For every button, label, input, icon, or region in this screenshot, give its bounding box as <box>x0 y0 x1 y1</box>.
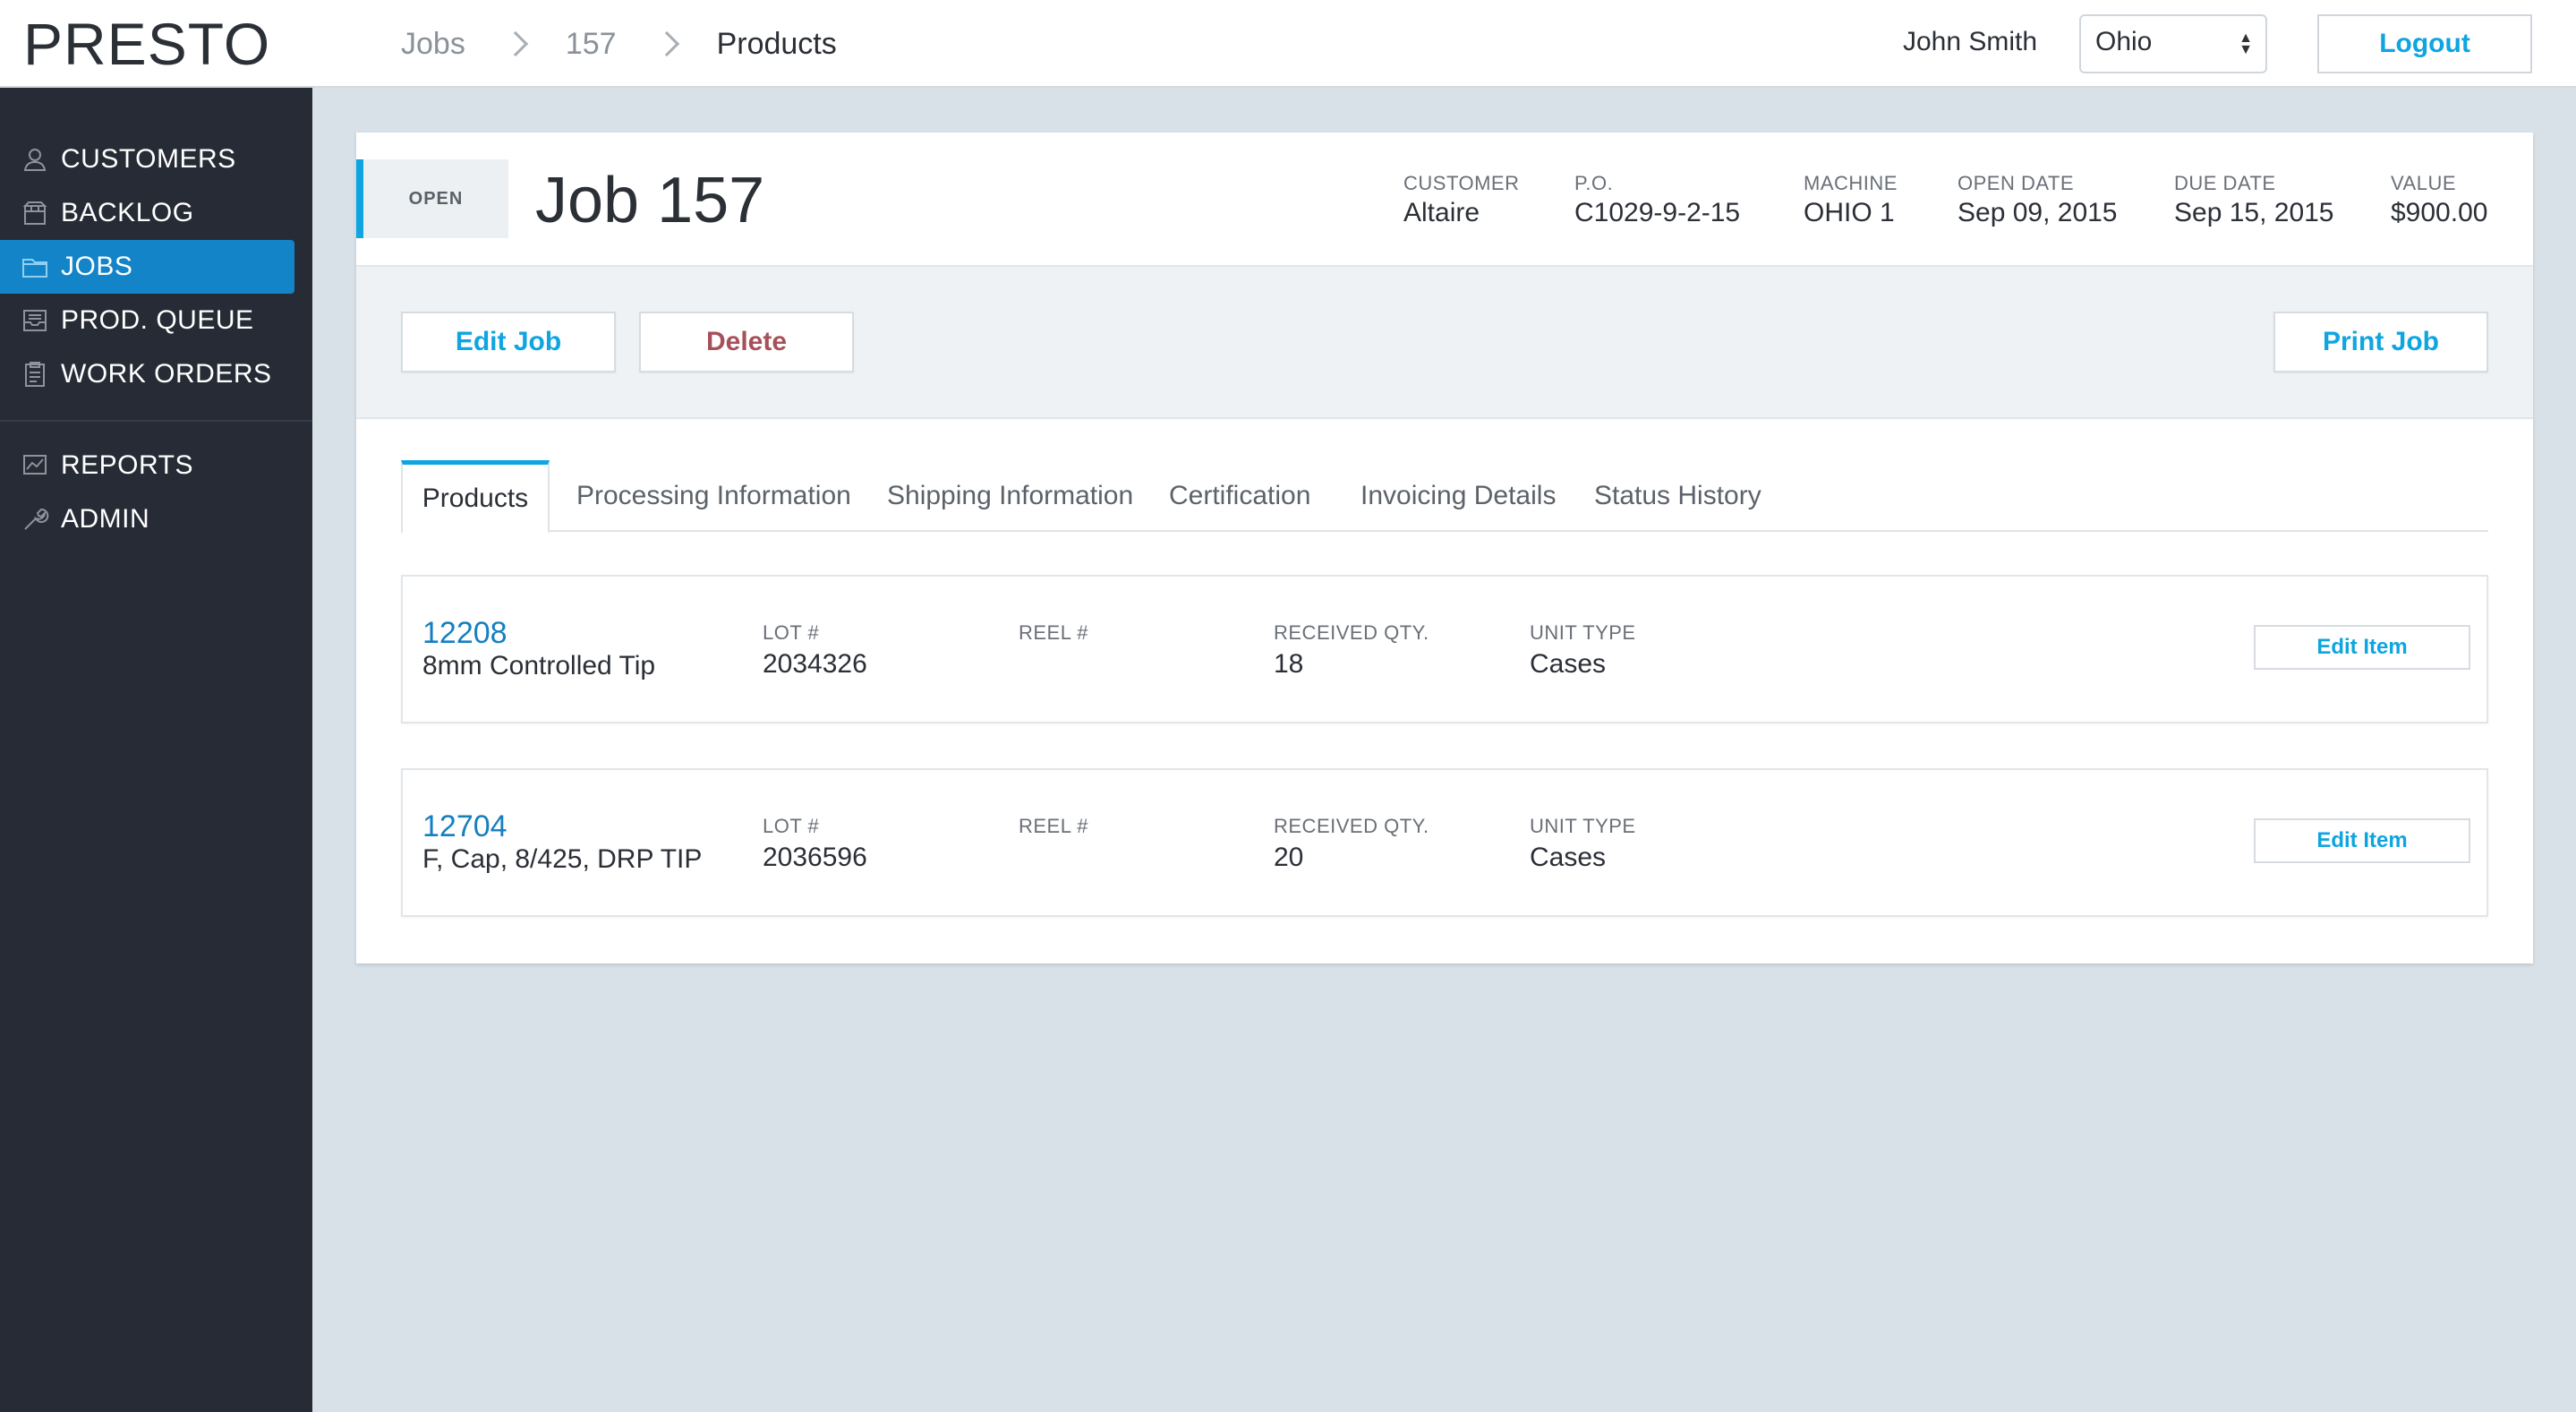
inbox-icon <box>20 305 50 336</box>
sidebar-item-jobs[interactable]: JOBS <box>0 240 294 294</box>
meta-customer: CUSTOMER Altaire <box>1403 172 1520 231</box>
wrench-icon <box>20 504 50 535</box>
lot-column: LOT # 2034326 <box>763 621 867 684</box>
print-job-button[interactable]: Print Job <box>2273 312 2488 372</box>
region-select-value: Ohio <box>2095 27 2153 56</box>
sidebar-item-work-orders[interactable]: WORK ORDERS <box>0 347 294 401</box>
lot-value: 2036596 <box>763 843 867 872</box>
meta-due-date: DUE DATE Sep 15, 2015 <box>2174 172 2334 231</box>
action-bar: Edit Job Delete Print Job <box>356 267 2533 419</box>
lot-label: LOT # <box>763 621 820 644</box>
tab-shipping-information[interactable]: Shipping Information <box>887 460 1133 532</box>
tab-invoicing-details[interactable]: Invoicing Details <box>1361 460 1556 532</box>
lot-value: 2034326 <box>763 649 867 679</box>
list-item: 12208 8mm Controlled Tip LOT # 2034326 R… <box>401 575 2488 723</box>
meta-value: C1029-9-2-15 <box>1574 198 1741 227</box>
qty-value: 18 <box>1274 649 1304 679</box>
tab-bar: Products Processing Information Shipping… <box>401 460 2488 534</box>
sidebar-item-label: WORK ORDERS <box>61 359 272 389</box>
unit-column: UNIT TYPE Cases <box>1530 621 1636 684</box>
meta-label: DUE DATE <box>2174 172 2276 194</box>
job-header: OPEN Job 157 CUSTOMER Altaire P.O. C1029… <box>356 133 2533 267</box>
page-title: Job 157 <box>535 165 765 236</box>
meta-value: Sep 09, 2015 <box>1958 198 2118 227</box>
qty-label: RECEIVED QTY. <box>1274 815 1429 837</box>
region-select[interactable]: Ohio ▲ ▼ <box>2079 14 2267 73</box>
qty-label: RECEIVED QTY. <box>1274 621 1429 644</box>
sidebar-item-label: BACKLOG <box>61 198 194 227</box>
lot-label: LOT # <box>763 815 820 837</box>
sidebar: CUSTOMERS BACKLOG JOBS PROD. QUEUE WORK … <box>0 88 312 1412</box>
clipboard-icon <box>20 359 50 389</box>
breadcrumb-products: Products <box>716 26 837 61</box>
job-card: OPEN Job 157 CUSTOMER Altaire P.O. C1029… <box>356 133 2533 963</box>
sidebar-item-label: PROD. QUEUE <box>61 305 254 335</box>
edit-item-button[interactable]: Edit Item <box>2254 818 2470 863</box>
meta-value: $900.00 <box>2391 198 2488 227</box>
lot-column: LOT # 2036596 <box>763 815 867 877</box>
meta-label: VALUE <box>2391 172 2457 194</box>
tab-certification[interactable]: Certification <box>1169 460 1310 532</box>
sidebar-item-label: CUSTOMERS <box>61 144 236 174</box>
qty-value: 20 <box>1274 843 1304 872</box>
box-icon <box>20 198 50 228</box>
meta-label: P.O. <box>1574 172 1614 194</box>
breadcrumb-job-157[interactable]: 157 <box>566 27 617 62</box>
product-id-link[interactable]: 12208 <box>422 616 508 650</box>
unit-column: UNIT TYPE Cases <box>1530 815 1636 877</box>
unit-label: UNIT TYPE <box>1530 621 1636 644</box>
sidebar-item-backlog[interactable]: BACKLOG <box>0 186 294 240</box>
product-id-link[interactable]: 12704 <box>422 809 508 843</box>
tab-processing-information[interactable]: Processing Information <box>576 460 851 532</box>
app-logo[interactable]: PRESTO <box>23 11 270 77</box>
sidebar-item-customers[interactable]: CUSTOMERS <box>0 133 294 186</box>
top-bar: PRESTO Jobs 157 Products John Smith Ohio… <box>0 0 2576 88</box>
unit-label: UNIT TYPE <box>1530 815 1636 837</box>
breadcrumb-jobs[interactable]: Jobs <box>401 27 465 62</box>
user-name: John Smith <box>1903 27 2038 56</box>
qty-column: RECEIVED QTY. 20 <box>1274 815 1429 877</box>
meta-label: MACHINE <box>1804 172 1898 194</box>
reel-column: REEL # <box>1019 815 1088 838</box>
meta-label: CUSTOMER <box>1403 172 1520 194</box>
meta-open-date: OPEN DATE Sep 09, 2015 <box>1958 172 2118 231</box>
sidebar-item-reports[interactable]: REPORTS <box>0 439 294 492</box>
chart-icon <box>20 450 50 481</box>
chevron-right-icon <box>653 30 679 57</box>
meta-po: P.O. C1029-9-2-15 <box>1574 172 1740 231</box>
reel-label: REEL # <box>1019 815 1089 837</box>
delete-button[interactable]: Delete <box>639 312 854 372</box>
sidebar-item-prod-queue[interactable]: PROD. QUEUE <box>0 294 294 347</box>
unit-value: Cases <box>1530 649 1607 679</box>
tab-status-history[interactable]: Status History <box>1594 460 1761 532</box>
reel-column: REEL # <box>1019 621 1088 645</box>
meta-value: OHIO 1 <box>1804 198 1895 227</box>
chevron-right-icon <box>502 30 528 57</box>
edit-item-button[interactable]: Edit Item <box>2254 625 2470 670</box>
list-item: 12704 F, Cap, 8/425, DRP TIP LOT # 20365… <box>401 768 2488 917</box>
sidebar-divider <box>0 420 312 422</box>
meta-value: Sep 15, 2015 <box>2174 198 2334 227</box>
meta-machine: MACHINE OHIO 1 <box>1804 172 1898 231</box>
breadcrumb: Jobs 157 Products <box>401 21 837 66</box>
meta-value: Altaire <box>1403 198 1480 227</box>
reel-label: REEL # <box>1019 621 1089 644</box>
sidebar-item-label: REPORTS <box>61 450 193 480</box>
product-name: 8mm Controlled Tip <box>422 651 656 680</box>
unit-value: Cases <box>1530 843 1607 872</box>
edit-job-button[interactable]: Edit Job <box>401 312 616 372</box>
sidebar-item-admin[interactable]: ADMIN <box>0 492 294 546</box>
meta-label: OPEN DATE <box>1958 172 2075 194</box>
tab-products[interactable]: Products <box>401 460 550 534</box>
user-icon <box>20 144 50 175</box>
meta-value-amount: VALUE $900.00 <box>2391 172 2487 231</box>
product-name: F, Cap, 8/425, DRP TIP <box>422 844 703 874</box>
sidebar-item-label: JOBS <box>61 252 133 281</box>
qty-column: RECEIVED QTY. 18 <box>1274 621 1429 684</box>
status-badge: OPEN <box>356 159 508 238</box>
select-arrows-icon: ▲ ▼ <box>2239 30 2253 57</box>
folder-icon <box>20 252 50 282</box>
logout-button[interactable]: Logout <box>2317 14 2532 73</box>
sidebar-item-label: ADMIN <box>61 504 150 534</box>
